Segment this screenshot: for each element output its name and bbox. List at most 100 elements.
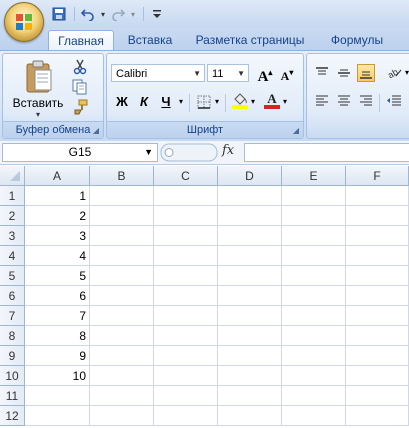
cell-e12[interactable] [282, 406, 346, 426]
cell-c10[interactable] [154, 366, 218, 386]
cell-a1[interactable]: 1 [25, 186, 90, 206]
cell-c9[interactable] [154, 346, 218, 366]
cell-d6[interactable] [218, 286, 282, 306]
cell-a5[interactable]: 5 [25, 266, 90, 286]
cell-f11[interactable] [346, 386, 409, 406]
column-header-a[interactable]: A [25, 166, 90, 186]
cell-a12[interactable] [25, 406, 90, 426]
cell-a4[interactable]: 4 [25, 246, 90, 266]
cell-f10[interactable] [346, 366, 409, 386]
cell-b11[interactable] [90, 386, 154, 406]
row-header-12[interactable]: 12 [0, 406, 25, 426]
cell-a9[interactable]: 9 [25, 346, 90, 366]
cell-a3[interactable]: 3 [25, 226, 90, 246]
row-header-4[interactable]: 4 [0, 246, 25, 266]
cell-b5[interactable] [90, 266, 154, 286]
office-button[interactable] [4, 2, 44, 42]
cell-b8[interactable] [90, 326, 154, 346]
cut-icon[interactable] [71, 58, 89, 76]
cell-c1[interactable] [154, 186, 218, 206]
cell-e9[interactable] [282, 346, 346, 366]
cell-f9[interactable] [346, 346, 409, 366]
redo-icon[interactable] [109, 5, 127, 23]
underline-dropdown-icon[interactable]: ▾ [177, 92, 185, 112]
cell-c5[interactable] [154, 266, 218, 286]
grow-font-icon[interactable]: A▴ [255, 63, 275, 85]
paste-dropdown-icon[interactable]: ▾ [9, 110, 67, 119]
cell-d2[interactable] [218, 206, 282, 226]
fill-color-dropdown-icon[interactable]: ▾ [249, 92, 257, 112]
font-color-dropdown-icon[interactable]: ▾ [281, 92, 289, 112]
tab-page-layout[interactable]: Разметка страницы [190, 30, 310, 50]
cell-b12[interactable] [90, 406, 154, 426]
tab-home[interactable]: Главная [48, 30, 114, 51]
column-header-e[interactable]: E [282, 166, 346, 186]
cell-a7[interactable]: 7 [25, 306, 90, 326]
select-all-corner[interactable] [0, 166, 25, 186]
insert-function-button[interactable]: fx [222, 143, 234, 158]
save-icon[interactable] [50, 5, 68, 23]
cell-e7[interactable] [282, 306, 346, 326]
row-header-1[interactable]: 1 [0, 186, 25, 206]
cell-c6[interactable] [154, 286, 218, 306]
align-bottom-icon[interactable] [357, 64, 375, 82]
formula-input[interactable] [244, 143, 409, 162]
align-left-icon[interactable] [313, 92, 331, 110]
cell-e1[interactable] [282, 186, 346, 206]
cell-f7[interactable] [346, 306, 409, 326]
column-header-f[interactable]: F [346, 166, 409, 186]
row-header-8[interactable]: 8 [0, 326, 25, 346]
cell-d7[interactable] [218, 306, 282, 326]
cell-a6[interactable]: 6 [25, 286, 90, 306]
cell-f8[interactable] [346, 326, 409, 346]
undo-icon[interactable] [79, 5, 97, 23]
format-painter-icon[interactable] [71, 98, 89, 116]
row-header-6[interactable]: 6 [0, 286, 25, 306]
cell-d9[interactable] [218, 346, 282, 366]
font-launcher-icon[interactable]: ◢ [291, 126, 301, 136]
tab-insert[interactable]: Вставка [120, 30, 180, 50]
cell-b3[interactable] [90, 226, 154, 246]
cell-c8[interactable] [154, 326, 218, 346]
cell-e2[interactable] [282, 206, 346, 226]
align-middle-icon[interactable] [335, 64, 353, 82]
underline-button[interactable]: Ч [157, 92, 175, 112]
undo-dropdown-icon[interactable]: ▾ [99, 5, 107, 23]
cell-b4[interactable] [90, 246, 154, 266]
cell-b6[interactable] [90, 286, 154, 306]
cell-e6[interactable] [282, 286, 346, 306]
font-size-combo[interactable]: 11 ▼ [207, 64, 249, 82]
cell-a2[interactable]: 2 [25, 206, 90, 226]
column-header-b[interactable]: B [90, 166, 154, 186]
cell-a10[interactable]: 10 [25, 366, 90, 386]
cell-b10[interactable] [90, 366, 154, 386]
cell-a8[interactable]: 8 [25, 326, 90, 346]
cell-b1[interactable] [90, 186, 154, 206]
cell-c4[interactable] [154, 246, 218, 266]
borders-dropdown-icon[interactable]: ▾ [213, 92, 221, 112]
decrease-indent-icon[interactable] [385, 92, 403, 110]
font-name-combo[interactable]: Calibri ▼ [111, 64, 205, 82]
row-header-7[interactable]: 7 [0, 306, 25, 326]
formula-splitter-icon[interactable] [160, 143, 220, 162]
cell-d10[interactable] [218, 366, 282, 386]
cell-c7[interactable] [154, 306, 218, 326]
cell-b2[interactable] [90, 206, 154, 226]
borders-icon[interactable] [195, 93, 213, 111]
cell-f6[interactable] [346, 286, 409, 306]
redo-dropdown-icon[interactable]: ▾ [129, 5, 137, 23]
cell-d3[interactable] [218, 226, 282, 246]
cell-d4[interactable] [218, 246, 282, 266]
cell-a11[interactable] [25, 386, 90, 406]
cell-d12[interactable] [218, 406, 282, 426]
cell-d8[interactable] [218, 326, 282, 346]
customize-icon[interactable] [148, 5, 166, 23]
cell-c3[interactable] [154, 226, 218, 246]
cell-f5[interactable] [346, 266, 409, 286]
cell-c12[interactable] [154, 406, 218, 426]
cell-e5[interactable] [282, 266, 346, 286]
row-header-3[interactable]: 3 [0, 226, 25, 246]
orientation-dropdown-icon[interactable]: ▾ [403, 63, 409, 83]
cell-f1[interactable] [346, 186, 409, 206]
chevron-down-icon[interactable]: ▼ [144, 144, 153, 161]
